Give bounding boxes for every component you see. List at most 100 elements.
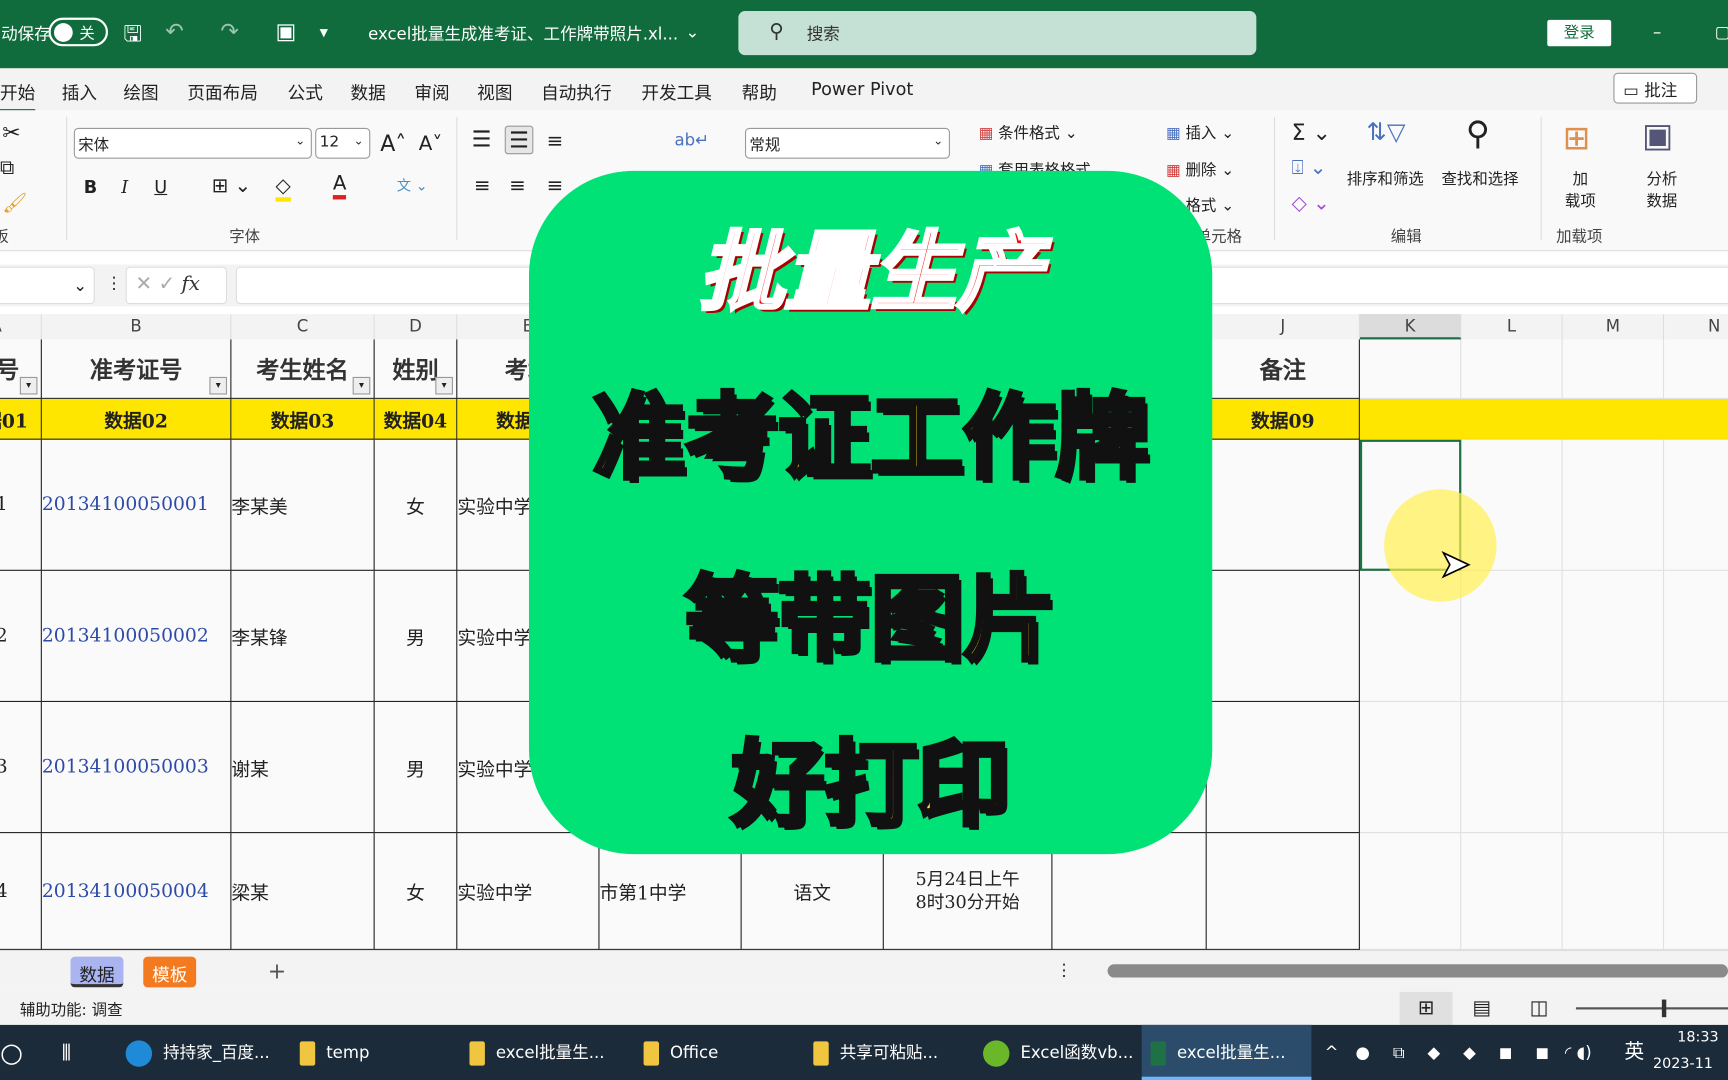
- empty-cell[interactable]: [1359, 339, 1462, 399]
- column-header-b[interactable]: B: [41, 314, 232, 340]
- align-center-icon[interactable]: ≡: [509, 174, 526, 197]
- tray-chevron-icon[interactable]: ^: [1316, 1025, 1339, 1080]
- autosum-icon[interactable]: Σ ⌄: [1292, 119, 1331, 145]
- empty-cell[interactable]: [1461, 833, 1563, 950]
- align-right-icon[interactable]: ≡: [547, 174, 564, 197]
- decrease-font-icon[interactable]: A˅: [419, 132, 443, 155]
- number-format-select[interactable]: 常规 ⌄: [744, 127, 950, 159]
- empty-cell[interactable]: [1562, 339, 1665, 399]
- chevron-down-icon[interactable]: ⌄: [685, 22, 699, 42]
- taskbar-item-share[interactable]: 共享可粘贴...: [804, 1025, 938, 1080]
- start-icon[interactable]: ○: [0, 1025, 23, 1080]
- tab-page-layout[interactable]: 页面布局: [187, 78, 258, 104]
- table-cell[interactable]: 女: [374, 439, 458, 571]
- column-header-n[interactable]: N: [1664, 314, 1728, 340]
- increase-font-icon[interactable]: A˄: [380, 130, 406, 156]
- confirm-icon[interactable]: ✓: [159, 272, 176, 295]
- table-cell[interactable]: 谢某: [231, 701, 375, 834]
- addins-button[interactable]: 加 载项: [1565, 168, 1596, 212]
- table-cell[interactable]: [1206, 833, 1360, 950]
- taskbar-item-folder[interactable]: excel批量生...: [461, 1025, 605, 1080]
- tray-icons[interactable]: ● ⧉ ◆ ◆ ◼ ◼: [1347, 1025, 1558, 1080]
- sheet-tab-template[interactable]: 模板: [143, 956, 197, 988]
- undo-icon[interactable]: ↶: [165, 18, 183, 44]
- tab-help[interactable]: 帮助: [742, 78, 777, 104]
- fx-button[interactable]: fx: [181, 272, 200, 295]
- clock-date[interactable]: 2023-11: [1653, 1056, 1713, 1073]
- phonetic-icon[interactable]: 文 ⌄: [397, 174, 428, 196]
- ime-indicator[interactable]: 英: [1616, 1025, 1644, 1080]
- empty-cell[interactable]: [1664, 833, 1728, 950]
- empty-cell[interactable]: [1359, 701, 1462, 834]
- empty-cell[interactable]: [1461, 701, 1563, 834]
- network-volume-icon[interactable]: ◜ ◖): [1556, 1025, 1592, 1080]
- empty-cell[interactable]: [1664, 702, 1728, 834]
- find-icon[interactable]: ⚲: [1466, 115, 1490, 154]
- empty-cell[interactable]: [1562, 570, 1665, 702]
- table-cell[interactable]: 李某美: [231, 439, 375, 571]
- empty-cell[interactable]: [1664, 339, 1728, 399]
- tab-review[interactable]: 审阅: [414, 78, 449, 104]
- accessibility-status[interactable]: 辅助功能: 调查: [20, 998, 123, 1020]
- horizontal-scrollbar[interactable]: [1107, 964, 1728, 978]
- fill-color-icon[interactable]: ◇: [275, 174, 291, 202]
- taskbar-item-office[interactable]: Office: [635, 1025, 718, 1080]
- minimize-button[interactable]: –: [1653, 22, 1661, 42]
- cancel-icon[interactable]: ✕: [136, 272, 153, 295]
- name-box[interactable]: ⌄: [0, 266, 95, 305]
- table-cell[interactable]: 20134100050003: [41, 701, 232, 834]
- document-title[interactable]: excel批量生成准考证、工作牌带照片.xl...: [368, 22, 678, 45]
- empty-cell[interactable]: [1359, 833, 1462, 950]
- table-cell[interactable]: 男: [374, 570, 458, 702]
- borders-icon[interactable]: ⊞ ⌄: [212, 174, 252, 197]
- table-cell[interactable]: 20134100050001: [41, 439, 232, 571]
- normal-view-icon[interactable]: ⊞: [1399, 991, 1453, 1025]
- save-icon[interactable]: 🖫: [123, 18, 142, 55]
- tab-insert[interactable]: 插入: [62, 78, 97, 104]
- field-cell[interactable]: 数据09: [1206, 398, 1360, 440]
- field-cell[interactable]: 数据04: [374, 398, 458, 440]
- tab-formulas[interactable]: 公式: [288, 78, 323, 104]
- page-break-view-icon[interactable]: ◫: [1530, 996, 1549, 1019]
- sheet-tab-data[interactable]: 数据: [70, 956, 124, 988]
- empty-cell[interactable]: [1562, 439, 1665, 571]
- italic-button[interactable]: I: [121, 176, 128, 197]
- format-painter-icon[interactable]: 🖌: [2, 192, 27, 215]
- table-cell[interactable]: [1206, 439, 1360, 571]
- header-cell[interactable]: 准考证号: [41, 339, 232, 399]
- column-header-l[interactable]: L: [1461, 314, 1563, 340]
- add-sheet-button[interactable]: +: [268, 958, 286, 984]
- table-cell[interactable]: [1206, 570, 1360, 702]
- align-left-icon[interactable]: ≡: [474, 174, 491, 197]
- align-bottom-icon[interactable]: ≡: [547, 130, 564, 153]
- form-icon[interactable]: ▣: [276, 18, 297, 44]
- table-cell[interactable]: 3: [0, 701, 42, 834]
- analyze-data-button[interactable]: 分析 数据: [1646, 168, 1677, 212]
- column-header-k[interactable]: K: [1359, 314, 1462, 340]
- tab-draw[interactable]: 绘图: [123, 78, 158, 104]
- empty-cell[interactable]: [1664, 440, 1728, 571]
- font-name-select[interactable]: 宋体 ⌄: [73, 127, 312, 159]
- conditional-format-button[interactable]: ▦ 条件格式 ⌄: [979, 121, 1078, 143]
- table-cell[interactable]: 女: [374, 833, 458, 950]
- tab-view[interactable]: 视图: [477, 78, 512, 104]
- clear-icon[interactable]: ◇ ⌄: [1292, 192, 1330, 215]
- restore-button[interactable]: ▢: [1715, 22, 1728, 42]
- table-cell[interactable]: 2: [0, 570, 42, 702]
- table-cell[interactable]: 20134100050004: [41, 833, 232, 950]
- filter-dropdown-icon[interactable]: ▾: [19, 376, 38, 395]
- header-cell[interactable]: 备注: [1206, 339, 1360, 399]
- fill-icon[interactable]: ⍗ ⌄: [1292, 156, 1327, 179]
- tab-developer[interactable]: 开发工具: [641, 78, 712, 104]
- empty-cell[interactable]: [1562, 701, 1665, 834]
- sort-filter-icon[interactable]: ⇅▽: [1367, 119, 1406, 147]
- clock-time[interactable]: 18:33: [1677, 1029, 1718, 1046]
- tab-home[interactable]: 开始: [0, 78, 36, 113]
- customize-qat-icon[interactable]: ▾: [320, 22, 328, 42]
- align-top-icon[interactable]: ☰: [472, 126, 492, 152]
- find-select-button[interactable]: 查找和选择: [1441, 168, 1518, 190]
- table-cell[interactable]: 李某锋: [231, 570, 375, 702]
- empty-cell[interactable]: [1562, 833, 1665, 950]
- delete-cells-button[interactable]: ▦ 删除 ⌄: [1166, 159, 1234, 181]
- filter-dropdown-icon[interactable]: ▾: [435, 376, 453, 395]
